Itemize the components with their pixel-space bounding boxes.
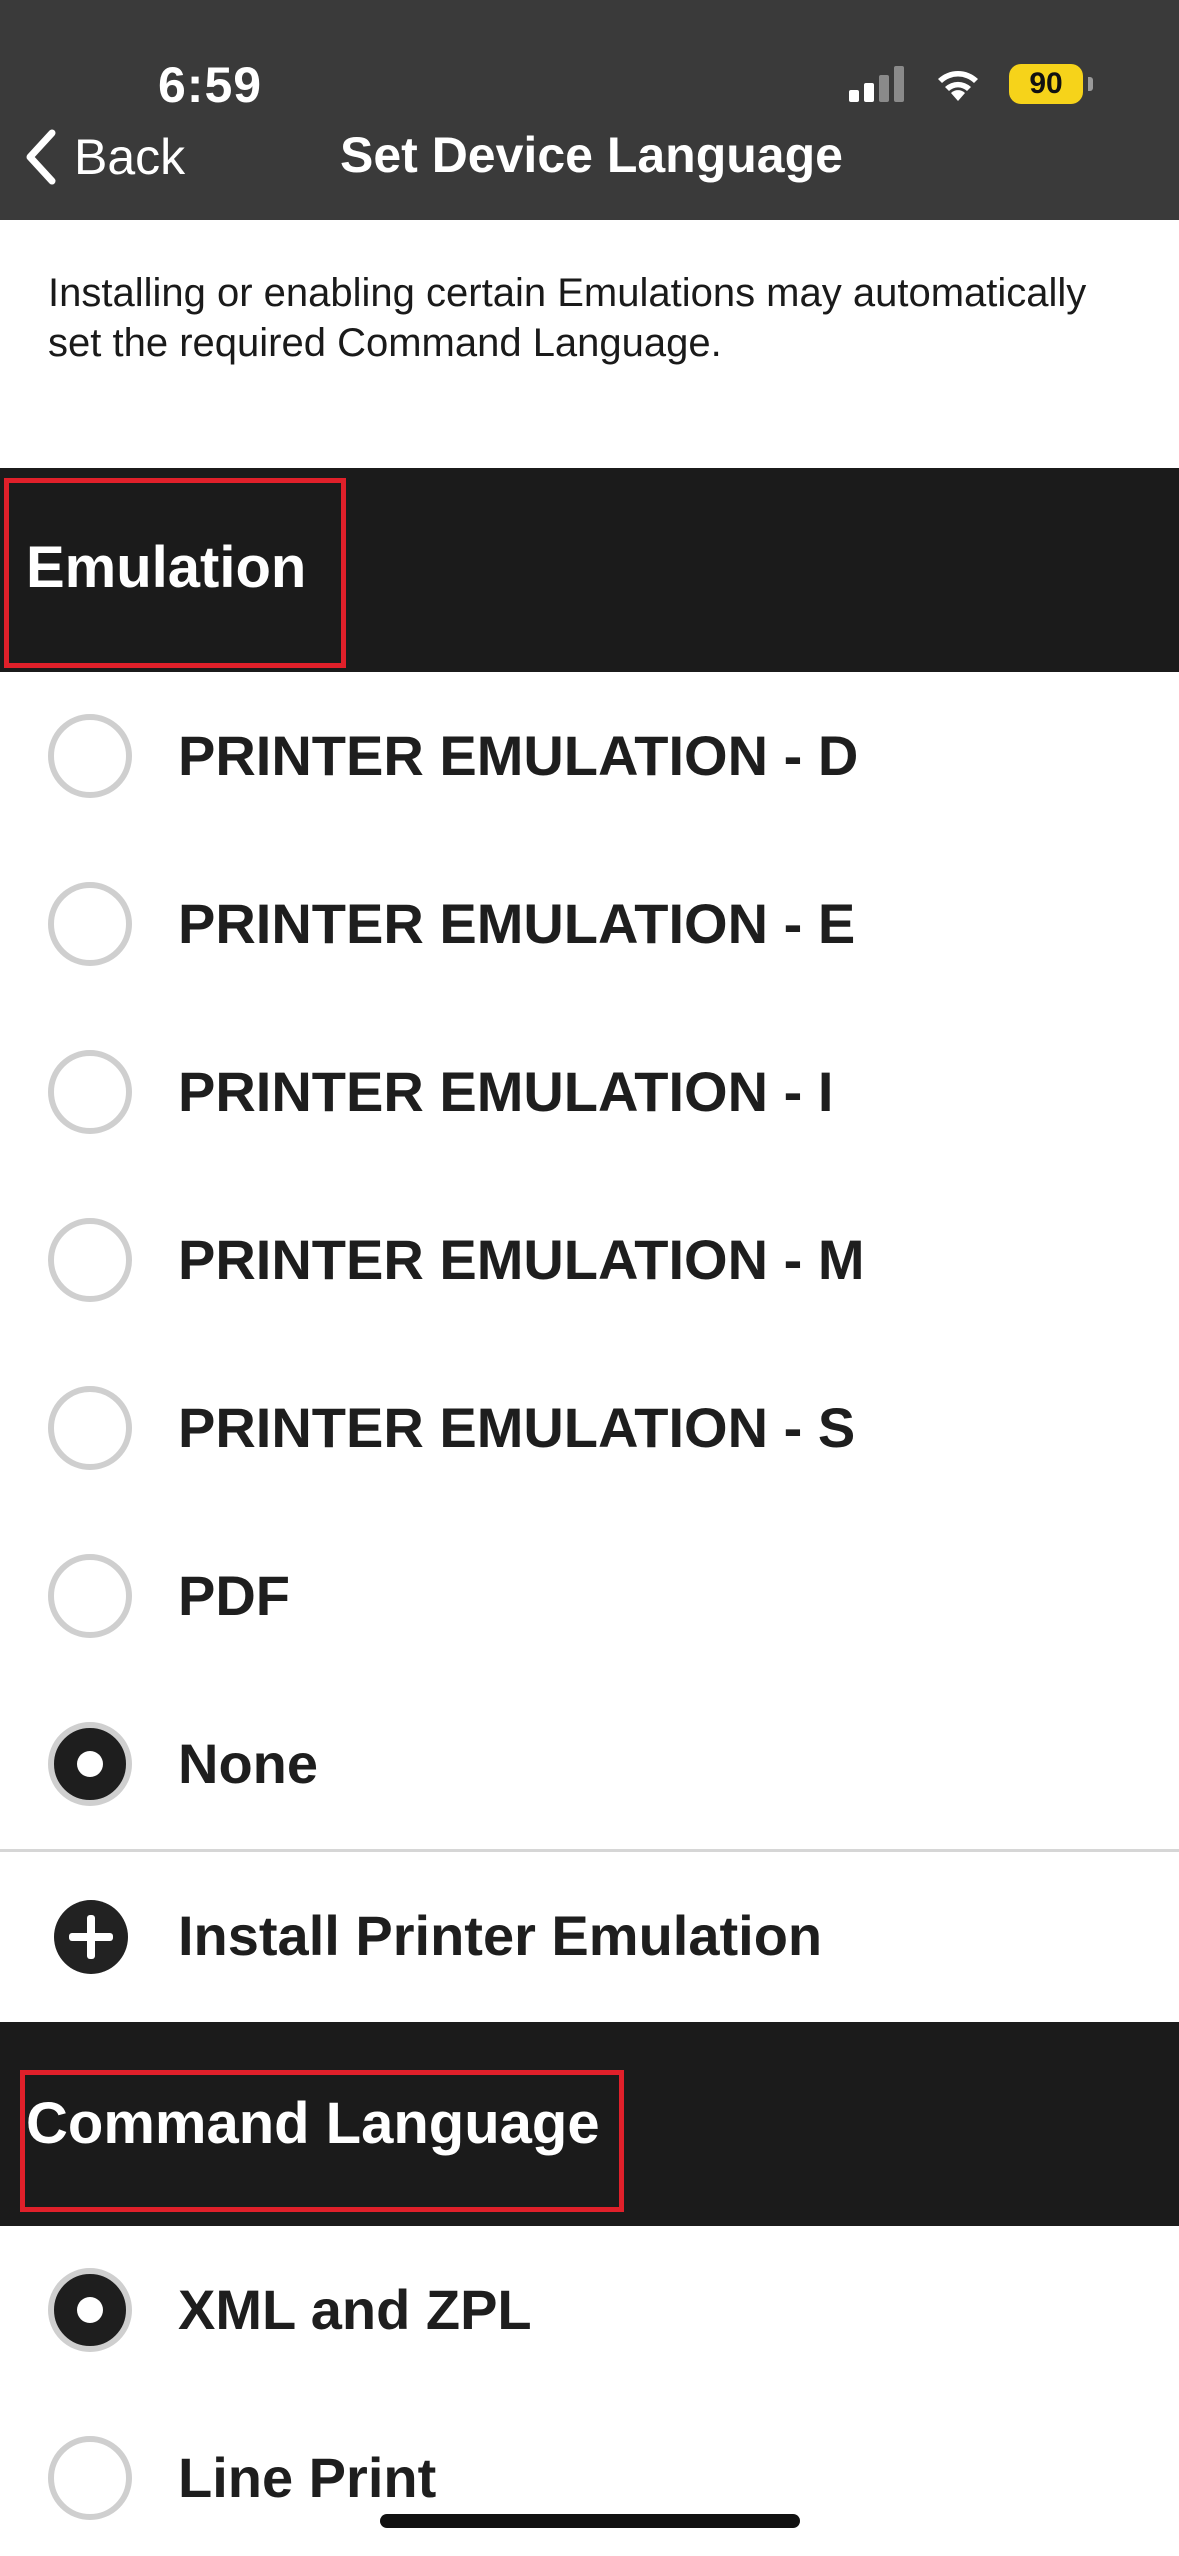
radio-button-selected[interactable] (48, 1722, 132, 1806)
command-language-section-title: Command Language (26, 2091, 600, 2156)
battery-level: 90 (1029, 67, 1063, 100)
option-printer-emulation-m[interactable]: PRINTER EMULATION - M (0, 1176, 1179, 1344)
option-label: PDF (178, 1564, 290, 1627)
top-bar: 6:59 90 Back Set Device Language (0, 0, 1179, 220)
option-printer-emulation-e[interactable]: PRINTER EMULATION - E (0, 840, 1179, 1008)
option-printer-emulation-d[interactable]: PRINTER EMULATION - D (0, 672, 1179, 840)
option-pdf[interactable]: PDF (0, 1512, 1179, 1680)
option-line-print[interactable]: Line Print (0, 2394, 1179, 2556)
option-label: PRINTER EMULATION - S (178, 1396, 856, 1459)
status-icons: 90 (849, 64, 1093, 104)
option-label: PRINTER EMULATION - E (178, 892, 856, 955)
option-label: PRINTER EMULATION - I (178, 1060, 834, 1123)
radio-button-selected[interactable] (48, 2268, 132, 2352)
option-label: PRINTER EMULATION - D (178, 724, 859, 787)
emulation-section-title: Emulation (26, 535, 307, 600)
install-label: Install Printer Emulation (178, 1904, 823, 1967)
chevron-left-icon (26, 129, 56, 185)
command-language-section-header: Command Language (0, 2022, 1179, 2226)
battery-cap (1088, 77, 1093, 91)
home-indicator[interactable] (380, 2514, 800, 2528)
radio-button[interactable] (48, 882, 132, 966)
battery-icon: 90 (1009, 64, 1093, 104)
option-label: None (178, 1732, 318, 1795)
radio-button[interactable] (48, 2436, 132, 2520)
radio-button[interactable] (48, 1386, 132, 1470)
option-printer-emulation-s[interactable]: PRINTER EMULATION - S (0, 1344, 1179, 1512)
radio-button[interactable] (48, 714, 132, 798)
status-time: 6:59 (158, 57, 263, 113)
install-printer-emulation-button[interactable]: Install Printer Emulation (0, 1852, 1179, 2020)
radio-button[interactable] (48, 1218, 132, 1302)
option-none[interactable]: None (0, 1680, 1179, 1848)
option-label: XML and ZPL (178, 2278, 532, 2341)
option-label: PRINTER EMULATION - M (178, 1228, 865, 1291)
option-printer-emulation-i[interactable]: PRINTER EMULATION - I (0, 1008, 1179, 1176)
back-button[interactable]: Back (20, 124, 185, 190)
radio-button[interactable] (48, 1050, 132, 1134)
settings-screen: 6:59 90 Back Set Device Language Install… (0, 0, 1179, 2556)
option-label: Line Print (178, 2446, 437, 2509)
cellular-signal-icon (849, 66, 904, 102)
wifi-icon (938, 71, 978, 101)
info-description: Installing or enabling certain Emulation… (48, 271, 1087, 365)
add-circle-icon (54, 1900, 128, 1974)
radio-button[interactable] (48, 1554, 132, 1638)
page-title: Set Device Language (340, 127, 843, 183)
back-label: Back (74, 129, 186, 185)
emulation-section-header: Emulation (0, 468, 1179, 672)
option-xml-and-zpl[interactable]: XML and ZPL (0, 2226, 1179, 2394)
